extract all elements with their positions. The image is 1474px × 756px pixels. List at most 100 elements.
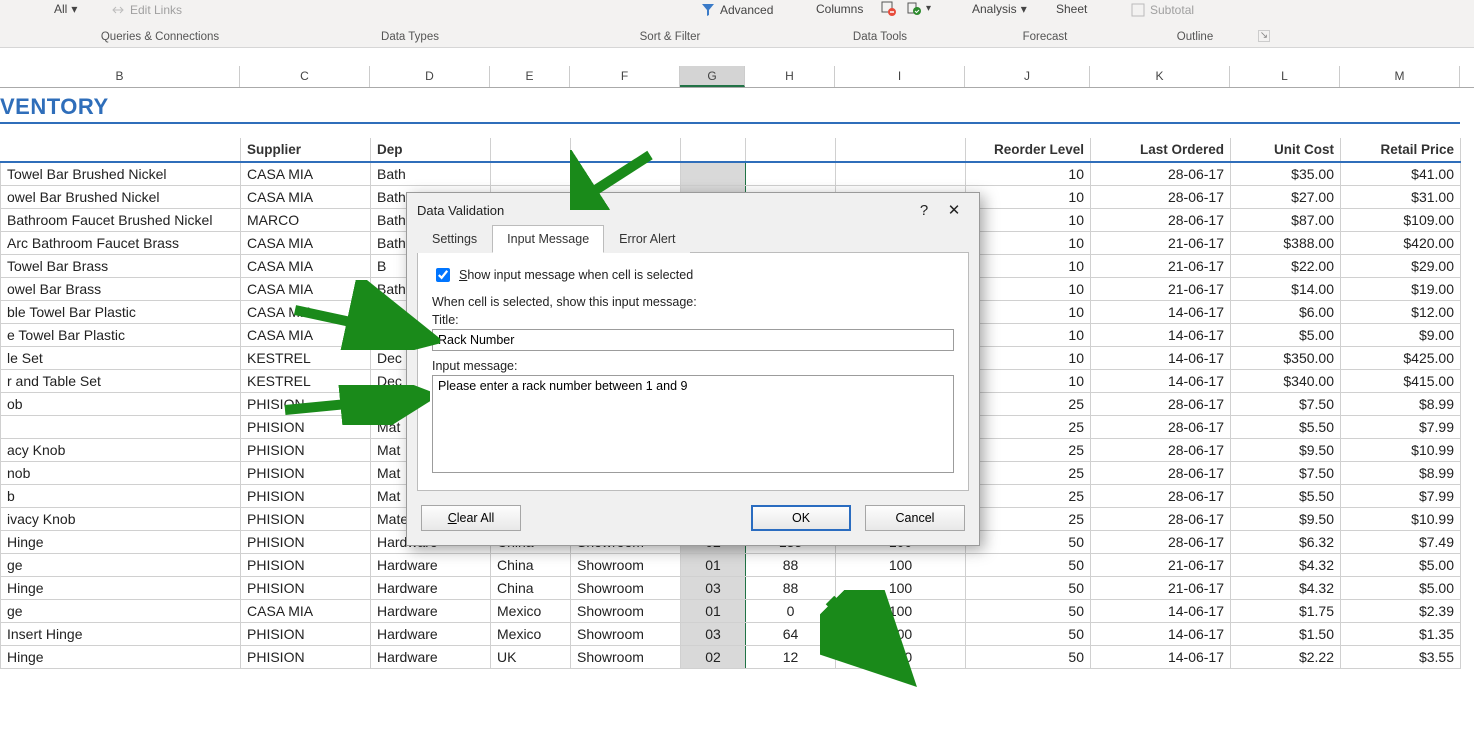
cell[interactable]: 100: [836, 623, 966, 646]
cell[interactable]: Showroom: [571, 600, 681, 623]
cell[interactable]: 03: [681, 577, 746, 600]
cell[interactable]: $5.00: [1231, 324, 1341, 347]
cell[interactable]: PHISION: [241, 623, 371, 646]
cell[interactable]: e Towel Bar Plastic: [1, 324, 241, 347]
col-d[interactable]: D: [370, 66, 490, 87]
cell[interactable]: $4.32: [1231, 577, 1341, 600]
text-to-columns-button[interactable]: Columns: [816, 2, 863, 16]
cell[interactable]: China: [491, 577, 571, 600]
cell[interactable]: owel Bar Brushed Nickel: [1, 186, 241, 209]
cell[interactable]: [571, 162, 681, 186]
cell[interactable]: $7.99: [1341, 416, 1461, 439]
cell[interactable]: $41.00: [1341, 162, 1461, 186]
cell[interactable]: 14-06-17: [1091, 646, 1231, 669]
cell[interactable]: 10: [966, 370, 1091, 393]
table-row[interactable]: Towel Bar Brushed NickelCASA MIABath1028…: [1, 162, 1461, 186]
cell[interactable]: $7.50: [1231, 393, 1341, 416]
cell[interactable]: 50: [966, 531, 1091, 554]
show-input-message-checkbox[interactable]: Show input message when cell is selected: [432, 265, 954, 285]
cell[interactable]: PHISION: [241, 646, 371, 669]
cell[interactable]: PHISION: [241, 531, 371, 554]
forecast-sheet-button[interactable]: Sheet: [1056, 2, 1087, 16]
cell[interactable]: $5.00: [1341, 577, 1461, 600]
cell[interactable]: 28-06-17: [1091, 439, 1231, 462]
col-l[interactable]: L: [1230, 66, 1340, 87]
cell[interactable]: 14-06-17: [1091, 324, 1231, 347]
cell[interactable]: CASA MIA: [241, 186, 371, 209]
cell[interactable]: $425.00: [1341, 347, 1461, 370]
cell[interactable]: 21-06-17: [1091, 255, 1231, 278]
outline-launcher-icon[interactable]: ↘: [1258, 30, 1270, 42]
help-button[interactable]: ?: [909, 202, 939, 219]
cell[interactable]: 01: [681, 600, 746, 623]
col-c[interactable]: C: [240, 66, 370, 87]
cell[interactable]: 14-06-17: [1091, 600, 1231, 623]
cell[interactable]: 25: [966, 462, 1091, 485]
cell[interactable]: Hinge: [1, 577, 241, 600]
cell[interactable]: Hardware: [371, 577, 491, 600]
cell[interactable]: 10: [966, 209, 1091, 232]
cell[interactable]: $2.22: [1231, 646, 1341, 669]
cell[interactable]: 03: [681, 623, 746, 646]
cell[interactable]: Hinge: [1, 531, 241, 554]
cell[interactable]: [681, 162, 746, 186]
cell[interactable]: 25: [966, 485, 1091, 508]
dialog-titlebar[interactable]: Data Validation ? ✕: [407, 193, 979, 225]
cell[interactable]: 14-06-17: [1091, 623, 1231, 646]
cell[interactable]: 64: [746, 623, 836, 646]
cell[interactable]: 50: [966, 623, 1091, 646]
cell[interactable]: Mexico: [491, 600, 571, 623]
table-row[interactable]: geCASA MIAHardwareMexicoShowroom01010050…: [1, 600, 1461, 623]
table-row[interactable]: HingePHISIONHardwareChinaShowroom0388100…: [1, 577, 1461, 600]
cell[interactable]: Hardware: [371, 554, 491, 577]
col-e[interactable]: E: [490, 66, 570, 87]
cell[interactable]: PHISION: [241, 485, 371, 508]
cell[interactable]: $340.00: [1231, 370, 1341, 393]
data-validation-icon[interactable]: ▾: [906, 0, 931, 16]
cell[interactable]: 10: [966, 347, 1091, 370]
cell[interactable]: Showroom: [571, 577, 681, 600]
title-input[interactable]: [432, 329, 954, 351]
cell[interactable]: $31.00: [1341, 186, 1461, 209]
col-b[interactable]: B: [0, 66, 240, 87]
cell[interactable]: CASA MIA: [241, 255, 371, 278]
cell[interactable]: acy Knob: [1, 439, 241, 462]
tab-error-alert[interactable]: Error Alert: [604, 225, 690, 253]
cell[interactable]: PHISION: [241, 393, 371, 416]
cell[interactable]: 28-06-17: [1091, 508, 1231, 531]
cell[interactable]: $19.00: [1341, 278, 1461, 301]
cell[interactable]: 100: [836, 600, 966, 623]
cell[interactable]: $109.00: [1341, 209, 1461, 232]
cell[interactable]: Hardware: [371, 600, 491, 623]
cell[interactable]: $35.00: [1231, 162, 1341, 186]
cell[interactable]: 50: [966, 554, 1091, 577]
cell[interactable]: [836, 162, 966, 186]
cell[interactable]: 10: [966, 232, 1091, 255]
cell[interactable]: $22.00: [1231, 255, 1341, 278]
cell[interactable]: 25: [966, 393, 1091, 416]
cell[interactable]: 01: [681, 554, 746, 577]
cell[interactable]: 0: [746, 600, 836, 623]
cell[interactable]: PHISION: [241, 439, 371, 462]
cell[interactable]: Showroom: [571, 554, 681, 577]
cell[interactable]: $350.00: [1231, 347, 1341, 370]
cell[interactable]: PHISION: [241, 577, 371, 600]
cell[interactable]: 10: [966, 186, 1091, 209]
column-headers[interactable]: B C D E F G H I J K L M: [0, 66, 1474, 88]
cell[interactable]: $8.99: [1341, 393, 1461, 416]
cell[interactable]: UK: [491, 646, 571, 669]
cell[interactable]: $10.99: [1341, 439, 1461, 462]
col-m[interactable]: M: [1340, 66, 1460, 87]
cell[interactable]: 28-06-17: [1091, 393, 1231, 416]
cell[interactable]: $87.00: [1231, 209, 1341, 232]
cell[interactable]: ob: [1, 393, 241, 416]
cell[interactable]: $3.55: [1341, 646, 1461, 669]
cell[interactable]: $14.00: [1231, 278, 1341, 301]
cell[interactable]: $7.50: [1231, 462, 1341, 485]
cell[interactable]: 25: [966, 439, 1091, 462]
cell[interactable]: Showroom: [571, 623, 681, 646]
cell[interactable]: 50: [966, 577, 1091, 600]
cell[interactable]: $1.50: [1231, 623, 1341, 646]
cell[interactable]: 10: [966, 324, 1091, 347]
cell[interactable]: 100: [836, 646, 966, 669]
